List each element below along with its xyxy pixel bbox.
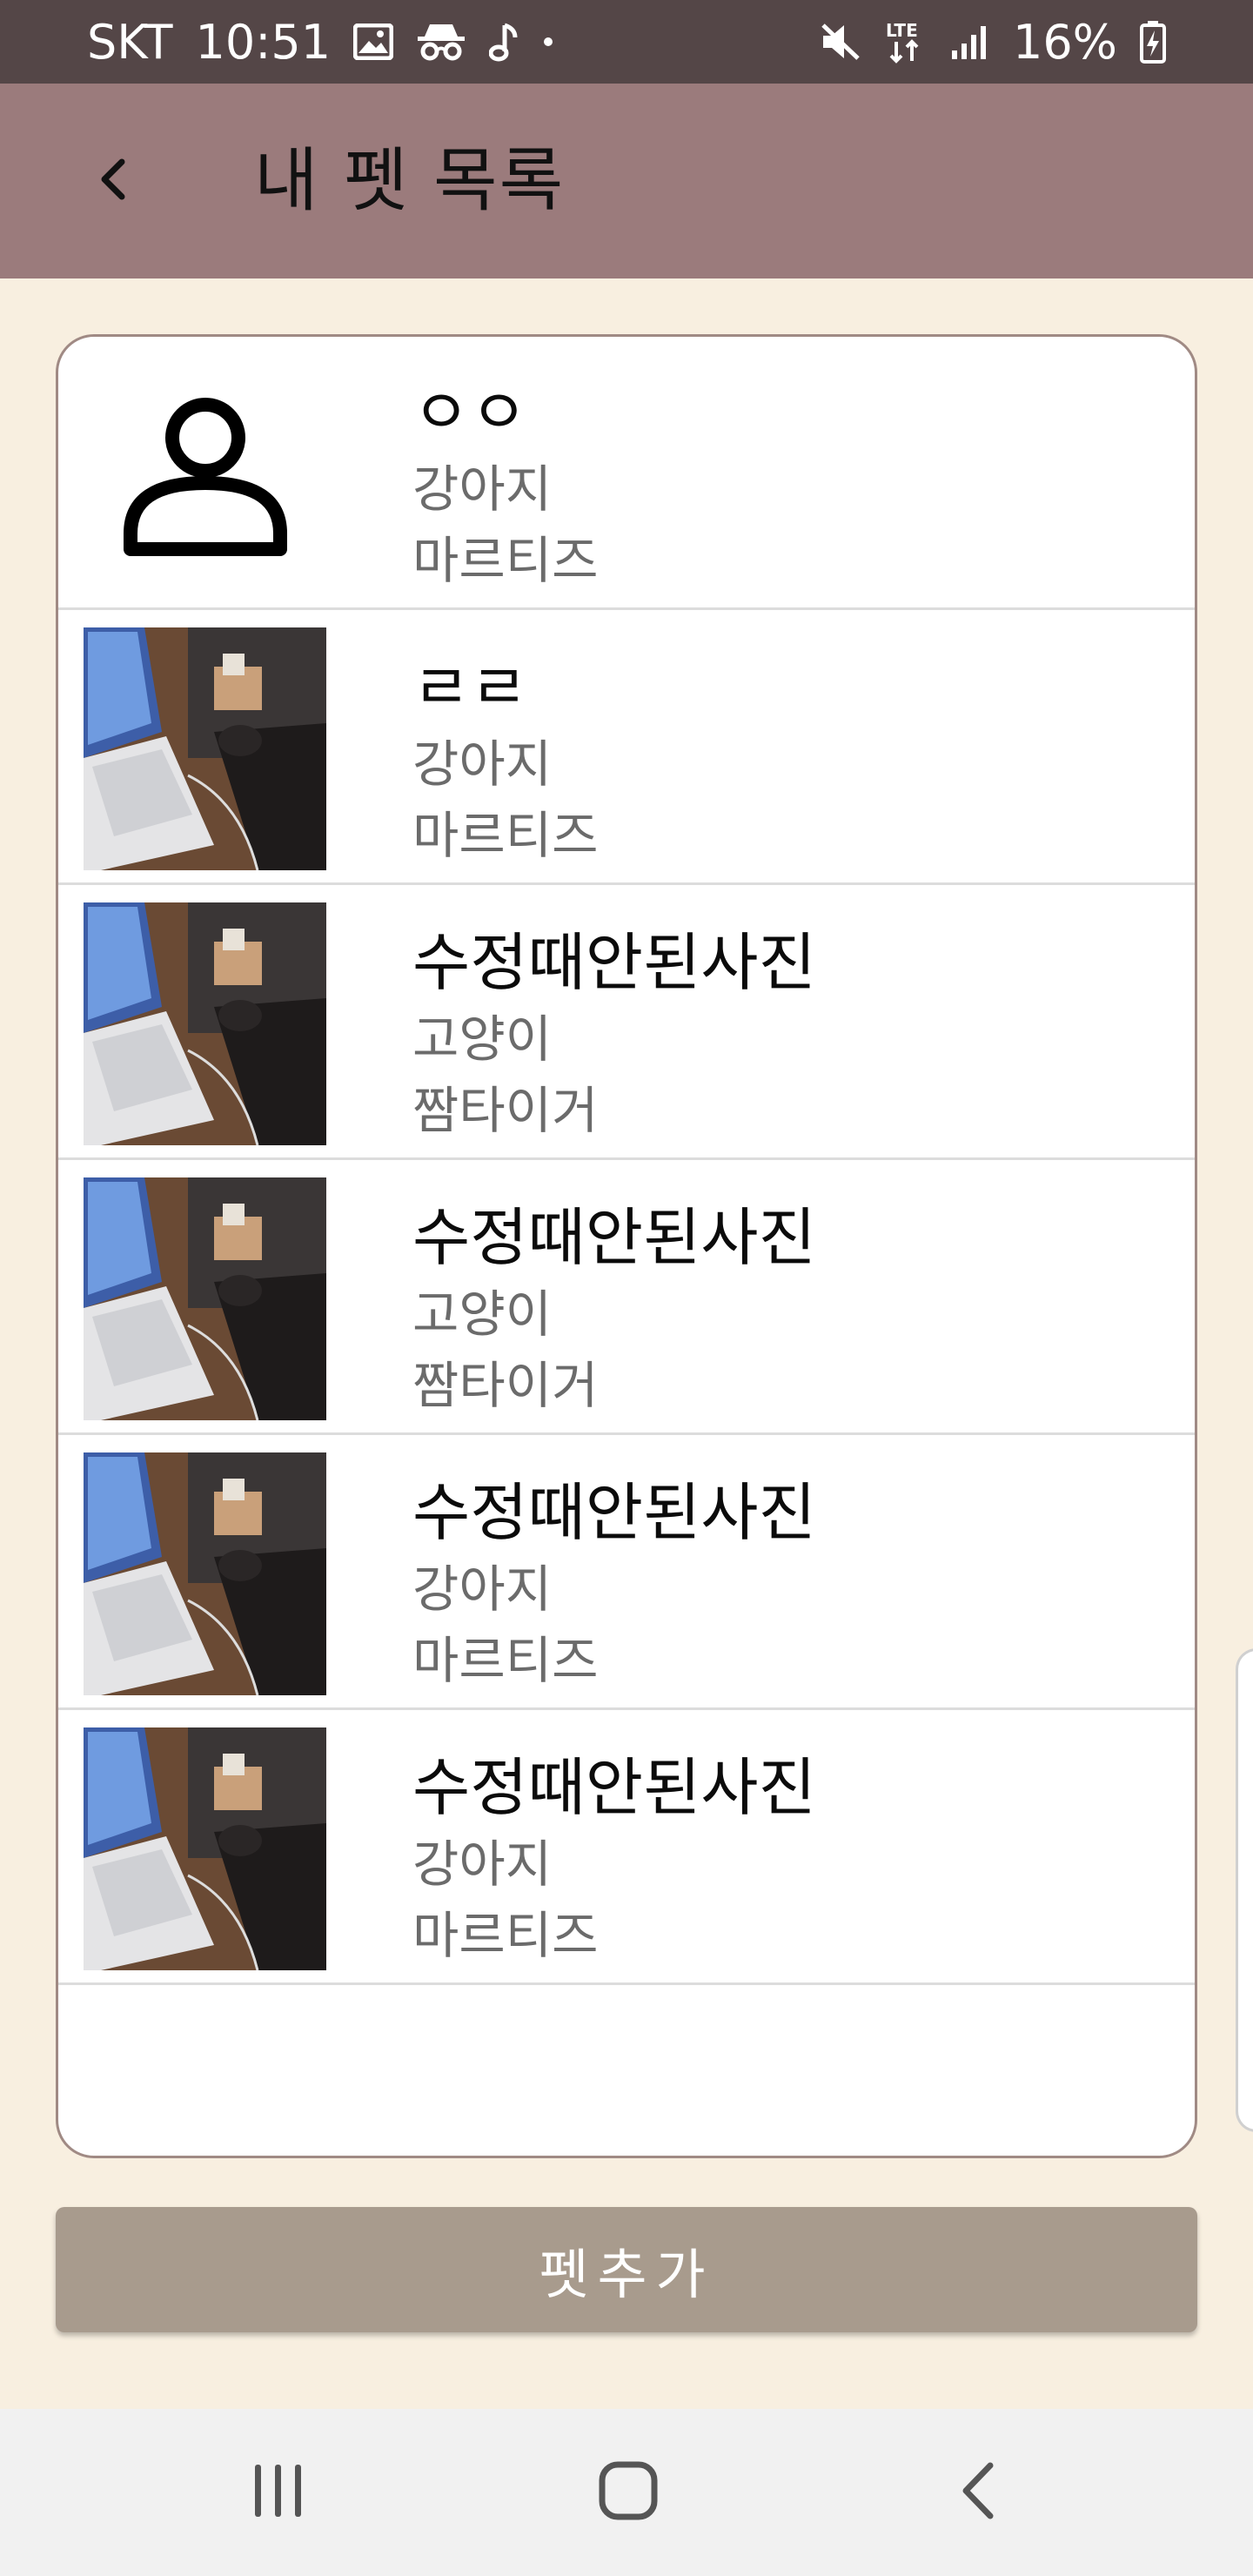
status-bar: SKT 10:51 LTE 16% [0, 0, 1253, 84]
pet-species: 고양이 [412, 1010, 553, 1069]
default-avatar-icon [84, 352, 326, 595]
pet-row[interactable]: ㄹㄹ 강아지마르티즈 [58, 612, 1195, 885]
pet-breed: 마르티즈 [412, 1906, 599, 1965]
pet-photo [84, 902, 326, 1146]
home-button[interactable] [576, 2451, 680, 2534]
pet-row[interactable]: 수정때안된사진강아지마르티즈 [58, 1712, 1195, 1985]
pet-name: 수정때안된사진 [412, 1201, 816, 1274]
lte-icon: LTE [884, 19, 928, 64]
pet-name: ㅇㅇ [412, 376, 528, 449]
back-button[interactable] [61, 129, 165, 233]
recent-apps-icon [251, 2463, 305, 2522]
recent-apps-button[interactable] [226, 2451, 331, 2534]
pet-list[interactable]: ㅇㅇ 강아지 마르티즈 ㄹㄹ 강아지 마르티즈 수정때안된사진 고양이 짬타이거 수정때안된사진 고… [56, 334, 1197, 2158]
clock: 10:51 [195, 14, 332, 70]
pet-species: 강아지 [412, 735, 553, 794]
battery-percent: 16% [1012, 14, 1117, 70]
pet-name: 수정때안된사진 [412, 1751, 816, 1824]
network-label: LTE [886, 20, 918, 41]
carrier-label: SKT [87, 14, 173, 70]
battery-charging-icon [1140, 20, 1166, 64]
gallery-icon [353, 23, 394, 60]
pet-species: 강아지 [412, 460, 553, 519]
pet-species: 강아지 [412, 1560, 553, 1619]
pet-species: 강아지 [412, 1835, 553, 1894]
pet-photo [84, 1177, 326, 1421]
pet-name: 수정때안된사진 [412, 1476, 816, 1549]
pet-photo [84, 627, 326, 871]
pet-breed: 마르티즈 [412, 806, 599, 865]
incognito-icon [416, 23, 466, 61]
chevron-left-icon [96, 155, 131, 207]
pet-row[interactable]: 수정때안된사진강아지마르티즈 [58, 1437, 1195, 1710]
nav-back-button[interactable] [926, 2451, 1030, 2534]
pet-breed: 마르티즈 [412, 1631, 599, 1690]
pet-photo [84, 1452, 326, 1696]
app-bar: 내 펫 목록 [0, 84, 1253, 278]
music-note-icon [489, 22, 519, 62]
pet-row[interactable]: ㅇㅇ 강아지마르티즈 [58, 337, 1195, 610]
pet-species: 고양이 [412, 1285, 553, 1344]
signal-icon [950, 23, 990, 61]
pet-breed: 마르티즈 [412, 531, 599, 590]
nav-bar [0, 2409, 1253, 2576]
dot-icon [541, 35, 555, 49]
status-right: LTE 16% [820, 15, 1166, 70]
page-title: 내 펫 목록 [254, 140, 566, 221]
pet-name: ㄹㄹ [412, 651, 528, 724]
status-left: SKT 10:51 [87, 15, 555, 70]
add-pet-button[interactable]: 펫추가 [56, 2207, 1197, 2332]
home-icon [598, 2460, 659, 2525]
pet-photo [84, 1727, 326, 1971]
pet-name: 수정때안된사진 [412, 926, 816, 999]
pet-breed: 짬타이거 [412, 1081, 599, 1140]
scroll-handle[interactable] [1236, 1648, 1253, 2132]
pet-row[interactable]: 수정때안된사진고양이짬타이거 [58, 1162, 1195, 1435]
mute-icon [820, 22, 861, 62]
back-icon [957, 2460, 999, 2525]
pet-breed: 짬타이거 [412, 1356, 599, 1415]
pet-row[interactable]: 수정때안된사진고양이짬타이거 [58, 887, 1195, 1160]
